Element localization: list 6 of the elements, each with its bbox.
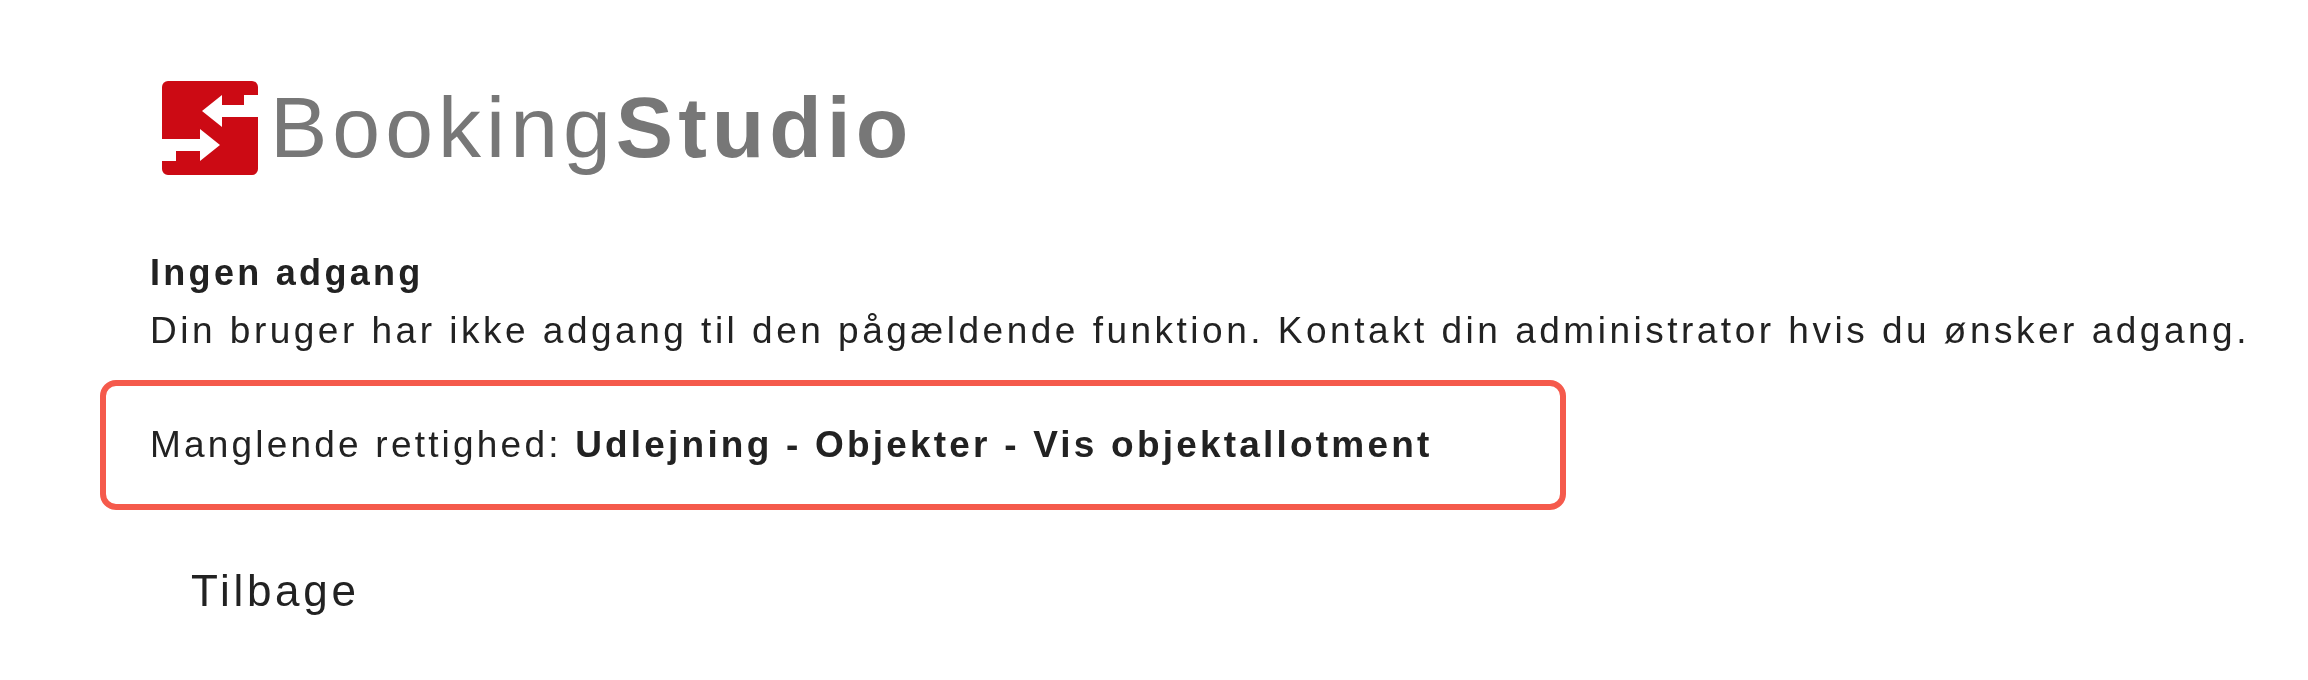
logo-text: BookingStudio	[270, 78, 914, 177]
message-text: Din bruger har ikke adgang til den pågældende funktion. Kontakt din administrator hvis du ønsker adgang.	[150, 309, 2250, 352]
missing-permission-text: Manglende rettighed: Udlejning - Objekter - Vis objektallotment	[150, 423, 1434, 466]
logo-icon	[162, 80, 258, 175]
message-title: Ingen adgang	[150, 251, 424, 294]
back-link[interactable]: Tilbage	[191, 565, 360, 616]
